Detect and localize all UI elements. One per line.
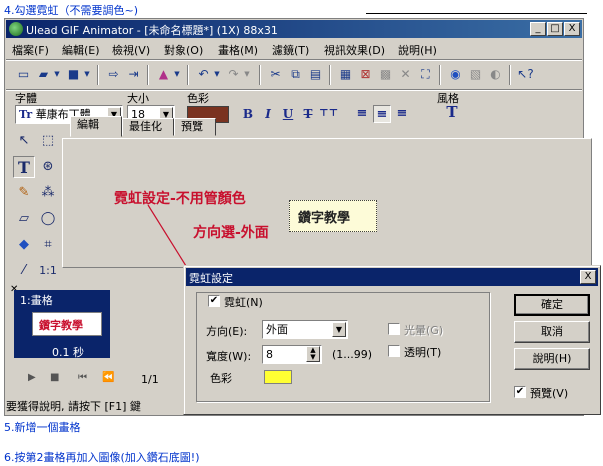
- preview-checkbox[interactable]: ✔: [514, 386, 526, 398]
- previous-frame-icon[interactable]: ⏪: [102, 372, 114, 383]
- width-range: (1...99): [332, 348, 373, 361]
- frame-delay: 0.1 秒: [52, 346, 84, 359]
- help-button[interactable]: 說明(H): [514, 348, 590, 370]
- frame-label: 1:畫格: [20, 294, 53, 307]
- width-value: 8: [266, 348, 273, 361]
- halo-label: 光暈(G): [404, 324, 444, 337]
- frame-thumbnail[interactable]: 鑽字教學: [32, 312, 102, 336]
- preview-label: 預覽(V): [530, 387, 569, 400]
- status-bar: 要獲得說明, 請按下 [F1] 鍵: [6, 400, 141, 413]
- direction-select[interactable]: 外面 ▼: [262, 320, 348, 339]
- cancel-button[interactable]: 取消: [514, 321, 590, 343]
- color-label: 色彩: [210, 372, 232, 385]
- dialog-title-bar: 霓虹設定 X: [186, 268, 598, 286]
- direction-label: 方向(E):: [206, 325, 248, 338]
- neon-checkbox-label: 霓虹(N): [224, 294, 265, 310]
- direction-value: 外面: [266, 323, 288, 336]
- play-icon[interactable]: ▶: [28, 372, 36, 383]
- neon-checkbox[interactable]: ✔: [208, 295, 220, 307]
- transparent-label: 透明(T): [404, 346, 442, 359]
- step-6-caption: 6.按第2畫格再加入圖像(加入鑽石底圖!): [4, 451, 200, 464]
- transparent-checkbox[interactable]: [388, 345, 400, 357]
- step-5-caption: 5.新增一個畫格: [4, 421, 81, 434]
- halo-checkbox[interactable]: [388, 323, 400, 335]
- chevron-down-icon[interactable]: ▼: [332, 322, 346, 337]
- frame-thumb-text: 鑽字教學: [39, 319, 83, 332]
- frame-count: 1/1: [141, 373, 159, 386]
- dialog-title: 霓虹設定: [189, 272, 233, 285]
- dialog-close-button[interactable]: X: [580, 270, 596, 284]
- spin-up-down-icon[interactable]: ▲ ▼: [306, 346, 320, 362]
- neon-settings-dialog: 霓虹設定 X ✔ 霓虹(N) 方向(E): 外面 ▼ 寬度(W): 8 ▲ ▼ (…: [183, 265, 601, 415]
- ok-button[interactable]: 確定: [514, 294, 590, 316]
- first-frame-icon[interactable]: ⏮: [78, 372, 87, 383]
- width-label: 寬度(W):: [206, 350, 252, 363]
- stop-icon[interactable]: ■: [50, 372, 59, 383]
- neon-color-swatch[interactable]: [264, 370, 292, 384]
